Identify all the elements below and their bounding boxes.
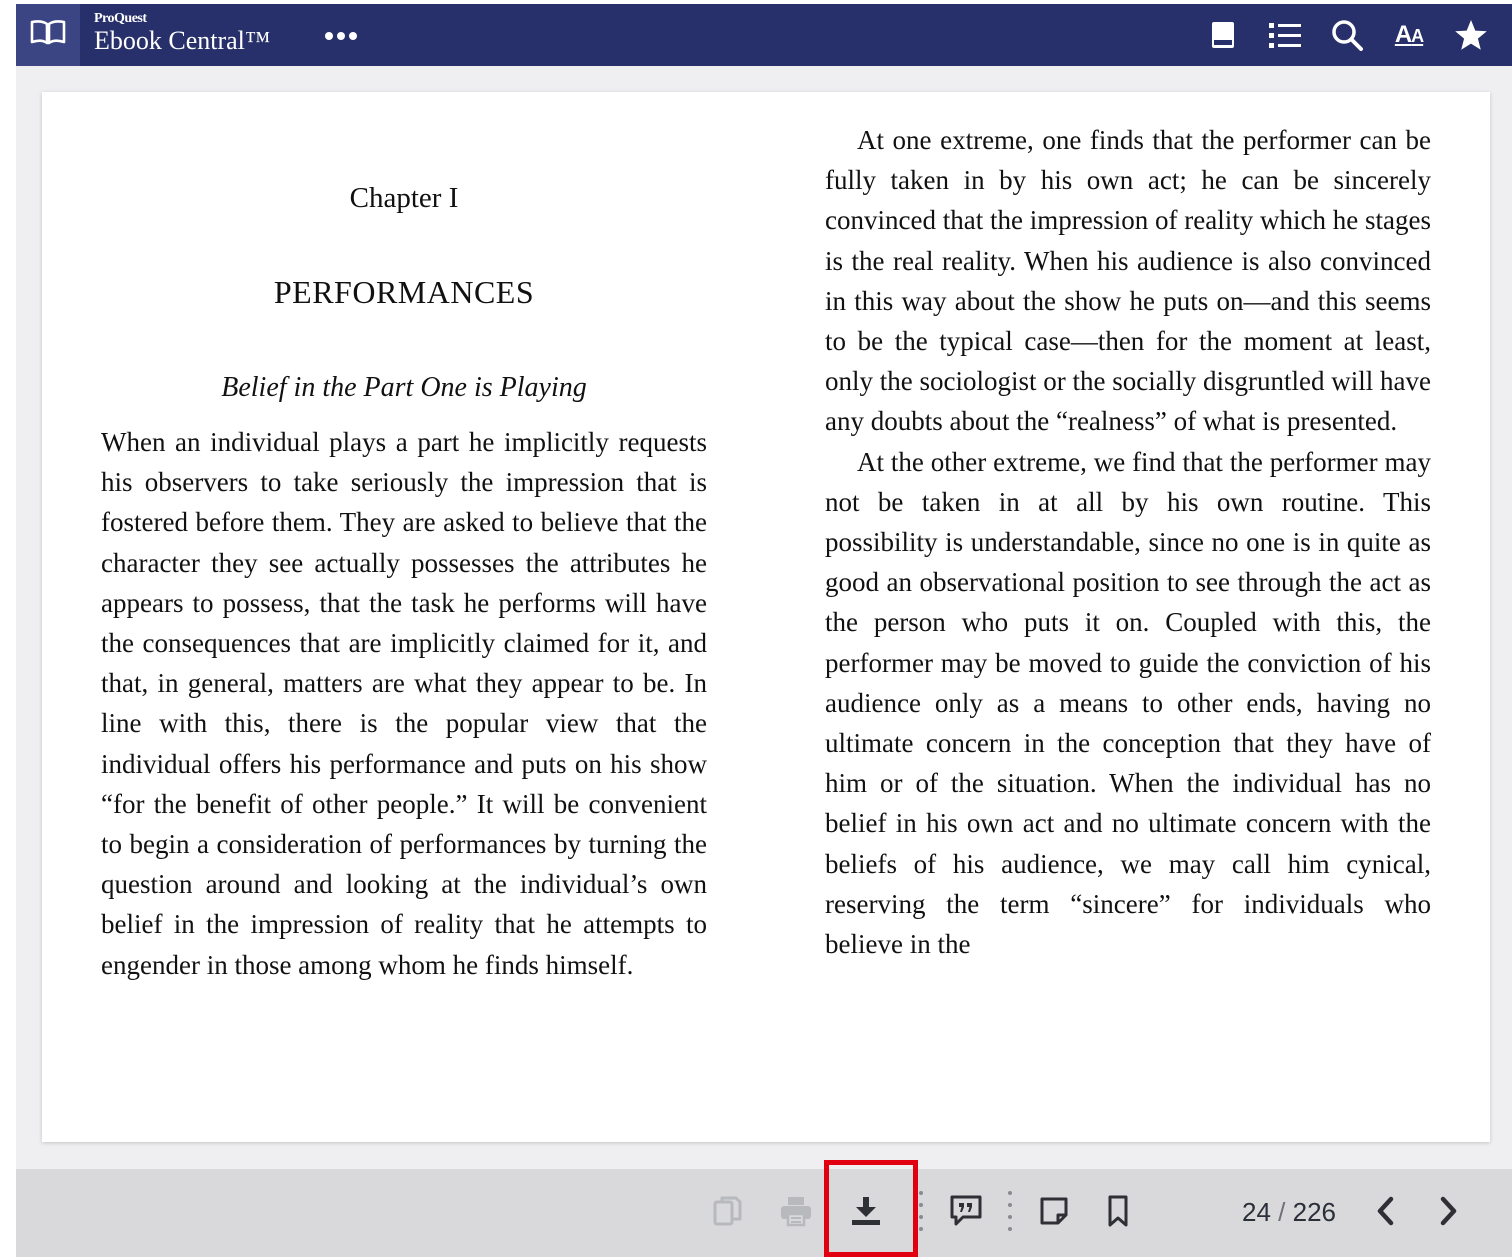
previous-page-icon: [1377, 1196, 1394, 1226]
right-page-text: At one extreme, one finds that the perfo…: [825, 120, 1431, 964]
previous-page-button[interactable]: [1364, 1189, 1408, 1233]
bookmark-button[interactable]: [1096, 1189, 1140, 1233]
next-page-icon: [1440, 1196, 1457, 1226]
bookmark-icon: [1108, 1195, 1128, 1227]
next-page-button[interactable]: [1426, 1189, 1470, 1233]
print-button[interactable]: [774, 1189, 818, 1233]
brand-logo: ProQuest Ebook Central™: [94, 11, 270, 55]
favorite-button[interactable]: [1450, 14, 1492, 56]
text-size-button[interactable]: AA: [1388, 14, 1430, 56]
search-button[interactable]: [1326, 14, 1368, 56]
brand-small: ProQuest: [94, 11, 147, 26]
page-separator: /: [1278, 1197, 1286, 1227]
copy-button[interactable]: [706, 1189, 750, 1233]
toolbar-separator: [919, 1191, 923, 1231]
bottom-toolbar: 24 / 226: [16, 1169, 1512, 1257]
copy-icon: [713, 1196, 742, 1226]
total-pages: 226: [1292, 1197, 1337, 1227]
more-options-button[interactable]: [316, 22, 366, 50]
note-icon: [1040, 1197, 1068, 1225]
text-size-icon: AA: [1394, 21, 1424, 48]
top-actions: AA: [1202, 4, 1492, 66]
search-icon: [1332, 20, 1363, 51]
page-indicator: 24 / 226: [1242, 1197, 1336, 1228]
more-dots-icon: [325, 32, 357, 40]
ebook-reader-app: ProQuest Ebook Central™ AA Chapter I PER…: [16, 4, 1512, 1257]
left-paragraph: When an individual plays a part he impli…: [101, 427, 707, 980]
download-highlight-box: [824, 1160, 918, 1257]
open-book-icon: [28, 18, 68, 53]
cite-button[interactable]: [944, 1189, 988, 1233]
chapter-title: PERFORMANCES: [273, 274, 535, 310]
favorite-star-icon: [1455, 20, 1487, 50]
chapter-number: Chapter I: [349, 182, 459, 214]
note-button[interactable]: [1032, 1189, 1076, 1233]
right-paragraph-1: At one extreme, one finds that the perfo…: [825, 125, 1431, 437]
book-view-icon: [1212, 22, 1234, 48]
table-of-contents-icon: [1269, 23, 1301, 48]
book-page-spread: Chapter I PERFORMANCES Belief in the Par…: [42, 92, 1490, 1142]
left-page-text: When an individual plays a part he impli…: [101, 422, 707, 985]
book-view-button[interactable]: [1202, 14, 1244, 56]
brand-name: Ebook Central™: [94, 26, 271, 55]
library-button[interactable]: [16, 4, 80, 66]
print-icon: [781, 1197, 811, 1227]
right-paragraph-2: At the other extreme, we find that the p…: [825, 446, 1431, 960]
table-of-contents-button[interactable]: [1264, 14, 1306, 56]
cite-icon: [950, 1195, 982, 1226]
current-page: 24: [1242, 1197, 1271, 1227]
section-title: Belief in the Part One is Playing: [221, 372, 587, 403]
toolbar-separator: [1008, 1191, 1012, 1231]
top-bar: ProQuest Ebook Central™ AA: [16, 4, 1512, 66]
